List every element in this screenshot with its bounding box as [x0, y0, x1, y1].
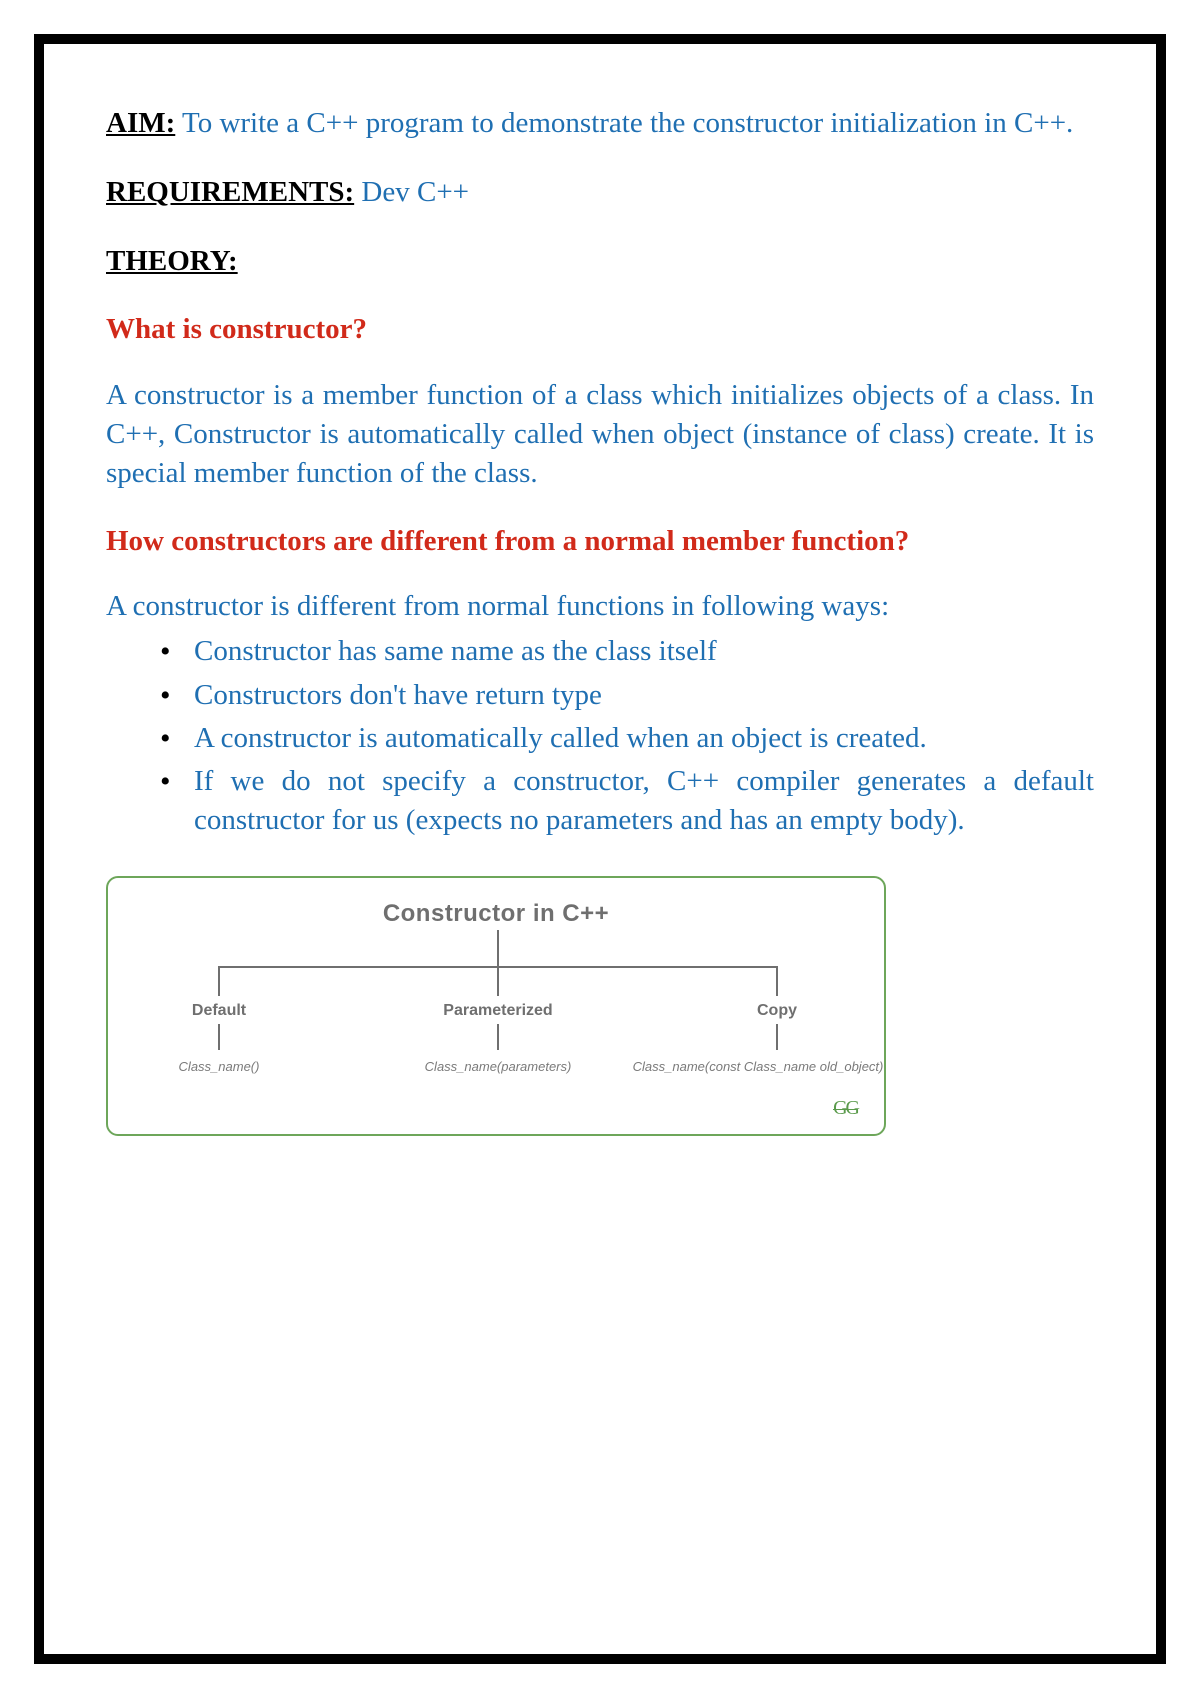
- list-item: A constructor is automatically called wh…: [162, 719, 1094, 758]
- requirements-section: REQUIREMENTS: Dev C++: [106, 173, 1094, 212]
- aim-label: AIM:: [106, 107, 175, 139]
- diagram-line: [497, 930, 499, 966]
- document-content: AIM: To write a C++ program to demonstra…: [106, 104, 1094, 1136]
- page: AIM: To write a C++ program to demonstra…: [0, 0, 1200, 1698]
- diagram-line: [218, 1024, 220, 1050]
- list-item: Constructors don't have return type: [162, 676, 1094, 715]
- aim-section: AIM: To write a C++ program to demonstra…: [106, 104, 1094, 143]
- requirements-label: REQUIREMENTS:: [106, 176, 354, 208]
- q1-paragraph: A constructor is a member function of a …: [106, 376, 1094, 493]
- q2-intro: A constructor is different from normal f…: [106, 587, 1094, 626]
- diagram-branch-sub: Class_name(): [179, 1058, 260, 1076]
- diagram-container: Constructor in C++ Default Parameterized…: [106, 876, 886, 1136]
- diagram-title: Constructor in C++: [108, 898, 884, 930]
- diagram-line: [497, 966, 499, 996]
- diagram-line: [218, 966, 220, 996]
- diagram-watermark: GG: [833, 1095, 858, 1122]
- diagram-line: [776, 1024, 778, 1050]
- q2-bullet-list: Constructor has same name as the class i…: [106, 632, 1094, 840]
- diagram-branch-sub: Class_name(parameters): [425, 1058, 572, 1076]
- theory-section: THEORY:: [106, 242, 1094, 281]
- page-frame: AIM: To write a C++ program to demonstra…: [34, 34, 1166, 1664]
- diagram-line: [497, 1024, 499, 1050]
- diagram-branch-label: Parameterized: [443, 1000, 552, 1022]
- diagram-branch-label: Default: [192, 1000, 246, 1022]
- diagram-branch-sub: Class_name(const Class_name old_object): [633, 1058, 884, 1076]
- requirements-text: Dev C++: [361, 176, 469, 208]
- list-item: If we do not specify a constructor, C++ …: [162, 762, 1094, 840]
- q1-heading: What is constructor?: [106, 311, 1094, 347]
- list-item: Constructor has same name as the class i…: [162, 632, 1094, 671]
- diagram-line: [776, 966, 778, 996]
- diagram-branch-label: Copy: [757, 1000, 797, 1022]
- q2-heading: How constructors are different from a no…: [106, 523, 1094, 559]
- aim-text: To write a C++ program to demonstrate th…: [182, 107, 1073, 139]
- theory-label: THEORY:: [106, 245, 238, 277]
- constructor-diagram: Constructor in C++ Default Parameterized…: [106, 876, 886, 1136]
